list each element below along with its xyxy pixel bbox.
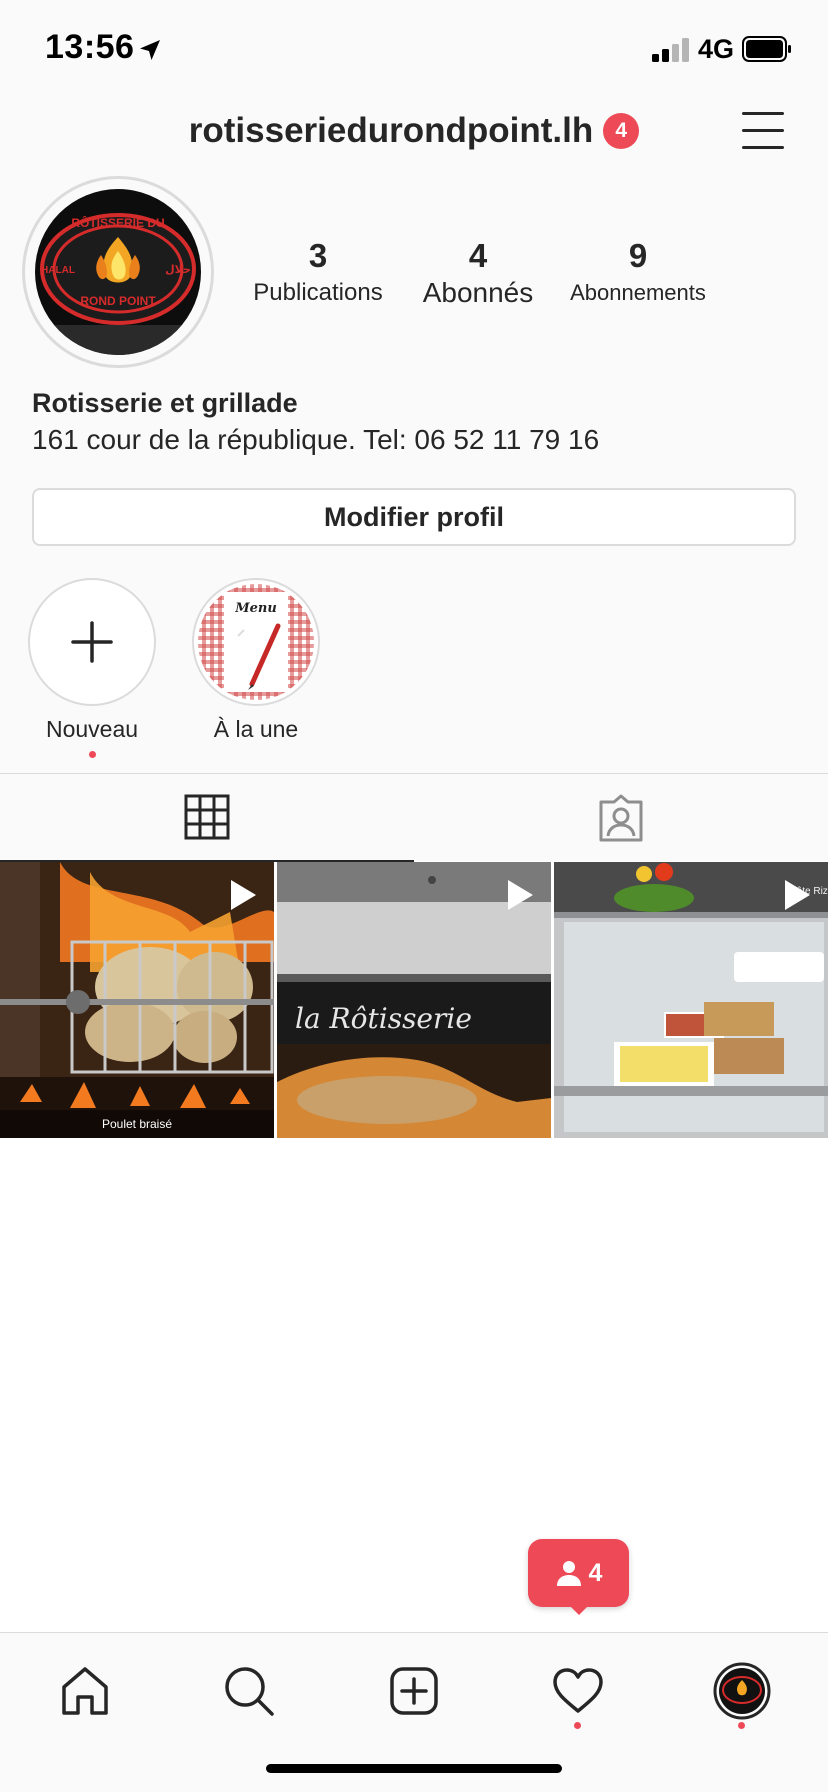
highlight-new[interactable]: Nouveau: [27, 578, 157, 758]
avatar-logo: RÔTISSERIE DU ROND POINT HALAL حلال: [35, 189, 201, 355]
menu-icon[interactable]: [742, 112, 786, 150]
stat-following[interactable]: 9 Abonnements: [560, 236, 716, 310]
stat-followers-label: Abonnés: [422, 277, 534, 308]
status-bar: 13:56 4G: [0, 0, 828, 100]
home-indicator[interactable]: [266, 1764, 562, 1773]
person-icon: [556, 1561, 581, 1586]
nav-search[interactable]: [209, 1651, 289, 1731]
edit-profile-button[interactable]: Modifier profil: [32, 488, 796, 546]
avatar-text-left: HALAL: [41, 265, 75, 276]
play-icon: [231, 880, 256, 910]
post-caption: Poulet braisé: [0, 1110, 274, 1138]
status-time: 13:56: [45, 28, 135, 66]
battery-icon: [742, 36, 791, 62]
bio-name: Rotisserie et grillade: [32, 388, 298, 418]
stat-followers[interactable]: 4 Abonnés: [406, 236, 550, 310]
activity-indicator-dot: [574, 1722, 581, 1729]
notification-badge[interactable]: 4: [603, 113, 640, 149]
nav-home[interactable]: [45, 1651, 125, 1731]
highlight-featured-label: À la une: [213, 716, 299, 742]
network-type: 4G: [698, 34, 735, 64]
tab-tagged[interactable]: [414, 774, 828, 862]
stat-followers-count: 4: [468, 237, 488, 274]
avatar-text-top: RÔTISSERIE DU: [71, 215, 164, 230]
profile-tabs: [0, 773, 828, 862]
stat-publications-label: Publications: [253, 279, 383, 306]
heart-icon: [553, 1668, 603, 1713]
highlight-new-circle[interactable]: [28, 578, 156, 706]
location-arrow-icon: [140, 40, 160, 60]
post-sign-text: la Rôtisserie: [295, 1002, 472, 1035]
posts-grid: Poulet braisé la Rôtisserie Riz: [0, 862, 828, 1138]
post-tile[interactable]: la Rôtisserie: [277, 862, 551, 1138]
menu-cover-title: Menu: [234, 601, 277, 616]
new-post-icon: [390, 1667, 438, 1715]
nav-activity[interactable]: [538, 1651, 618, 1731]
avatar-text-bottom: ROND POINT: [80, 294, 156, 308]
tagged-icon: [599, 794, 643, 842]
header: rotisseriedurondpoint.lh 4: [0, 111, 828, 151]
highlight-featured[interactable]: Menu À la une: [191, 578, 321, 743]
search-icon: [225, 1667, 274, 1716]
stat-publications[interactable]: 3 Publications: [240, 236, 396, 310]
play-icon: [785, 880, 810, 910]
home-icon: [62, 1667, 108, 1715]
tab-grid[interactable]: [0, 774, 414, 862]
avatar-text-right: حلال: [165, 263, 191, 276]
grid-icon: [184, 794, 230, 840]
follower-activity-badge[interactable]: 4: [528, 1539, 629, 1607]
post-tile[interactable]: Pâte Riz Bo: [554, 862, 828, 1138]
play-icon: [508, 880, 533, 910]
stat-following-count: 9: [628, 237, 648, 274]
signal-icon: [652, 38, 690, 62]
follower-activity-count: 4: [588, 1558, 603, 1587]
new-indicator-dot: [88, 751, 96, 758]
highlight-featured-circle[interactable]: Menu: [192, 578, 320, 706]
profile-indicator-dot: [738, 1722, 745, 1729]
plus-icon: [71, 621, 113, 663]
menu-cover-image: Menu: [198, 584, 314, 700]
avatar[interactable]: RÔTISSERIE DU ROND POINT HALAL حلال: [22, 176, 214, 368]
bio-text: 161 cour de la république. Tel: 06 52 11…: [32, 424, 600, 455]
badge-pointer: [566, 1602, 592, 1615]
highlight-new-label: Nouveau: [45, 716, 139, 742]
stat-following-label: Abonnements: [570, 280, 706, 305]
profile-avatar-small: [713, 1662, 771, 1720]
post-tile[interactable]: Poulet braisé: [0, 862, 274, 1138]
stat-publications-count: 3: [308, 237, 328, 274]
profile-username[interactable]: rotisseriedurondpoint.lh: [189, 111, 593, 151]
nav-new-post[interactable]: [374, 1651, 454, 1731]
nav-profile[interactable]: [702, 1651, 782, 1731]
